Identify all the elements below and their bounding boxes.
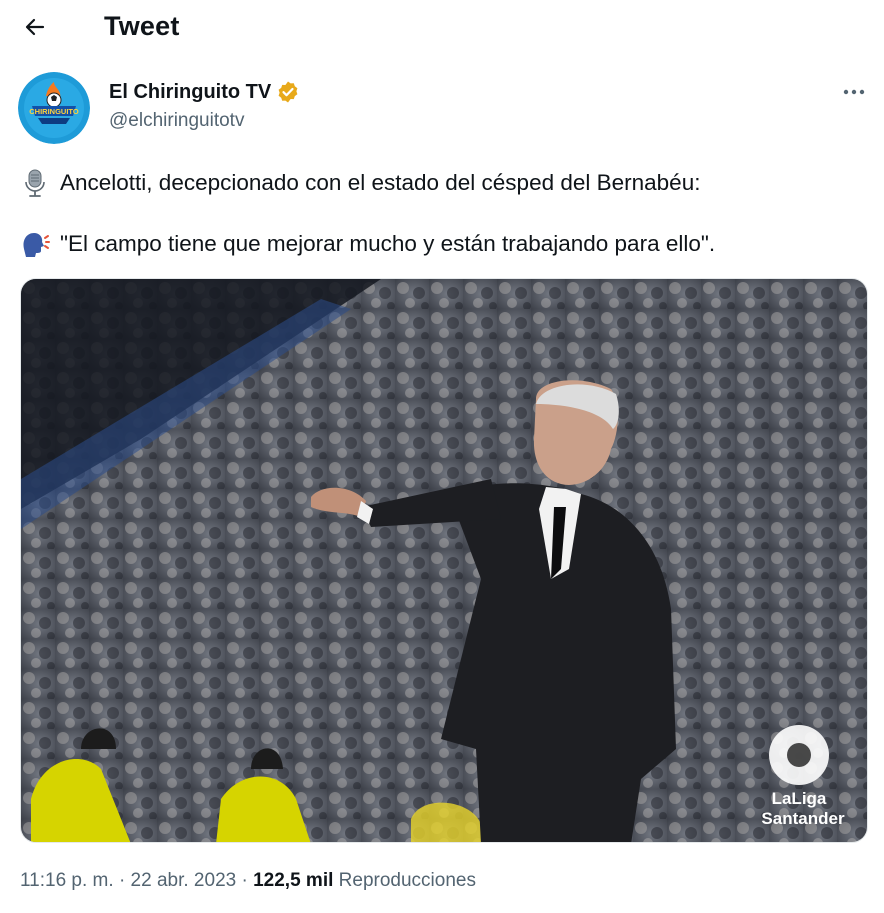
meta-separator-2: ·	[241, 870, 248, 891]
views-label: Reproducciones	[338, 870, 476, 891]
tweet-photo[interactable]: LaLiga Santander	[20, 278, 868, 843]
microphone-icon	[20, 168, 50, 198]
ellipsis-icon	[843, 89, 865, 95]
tweet-author: CHIRINGUITO El Chiringuito TV @elchiring…	[18, 72, 868, 144]
author-name-link[interactable]: El Chiringuito TV	[109, 80, 300, 104]
tweet-text-line-1: Ancelotti, decepcionado con el estado de…	[20, 168, 864, 198]
tweet-time[interactable]: 11:16 p. m.	[20, 870, 114, 891]
back-button[interactable]	[16, 8, 54, 46]
arrow-left-icon	[25, 18, 45, 36]
views-count: 122,5 mil	[253, 870, 334, 891]
watermark-santander: Santander	[761, 809, 845, 828]
page-title: Tweet	[104, 11, 180, 41]
author-display-name: El Chiringuito TV	[109, 80, 272, 103]
verified-badge-icon	[278, 81, 298, 103]
avatar[interactable]: CHIRINGUITO	[18, 72, 90, 144]
photo-ancelotti: LaLiga Santander	[21, 279, 867, 842]
author-handle[interactable]: @elchiringuitotv	[109, 110, 244, 132]
tweet-date[interactable]: 22 abr. 2023	[131, 870, 237, 891]
tweet-metadata: 11:16 p. m. · 22 abr. 2023 · 122,5 mil R…	[20, 870, 476, 892]
tweet-text-1: Ancelotti, decepcionado con el estado de…	[60, 170, 701, 195]
tweet-text-2: "El campo tiene que mejorar mucho y está…	[60, 231, 716, 256]
tweet-text-line-2: "El campo tiene que mejorar mucho y está…	[20, 229, 864, 259]
more-options-button[interactable]	[840, 78, 868, 106]
speaking-head-icon	[20, 229, 50, 259]
channel-logo: CHIRINGUITO	[18, 72, 90, 144]
avatar-logo-text: CHIRINGUITO	[29, 107, 79, 116]
watermark-laliga: LaLiga	[772, 789, 827, 808]
top-bar: Tweet	[0, 0, 884, 56]
meta-separator: ·	[118, 870, 126, 891]
